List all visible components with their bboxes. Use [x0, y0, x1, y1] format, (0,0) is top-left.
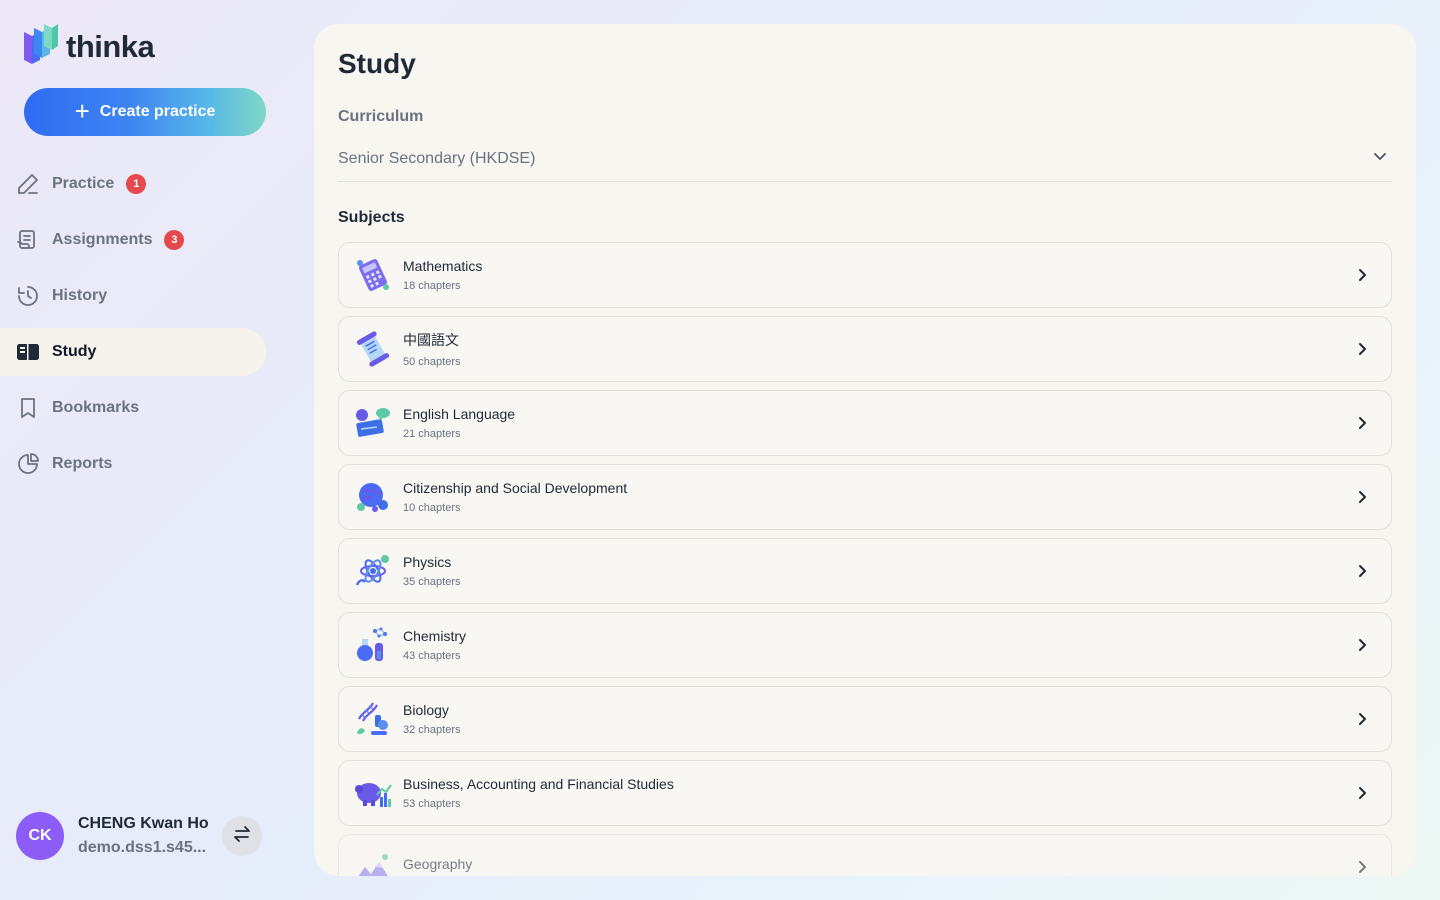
subject-card-citizenship[interactable]: Citizenship and Social Development 10 ch…	[338, 464, 1392, 530]
subject-name: Physics	[403, 554, 452, 570]
subject-name: Citizenship and Social Development	[403, 480, 628, 496]
pencil-icon	[16, 172, 40, 196]
subject-card-biology[interactable]: Biology 32 chapters	[338, 686, 1392, 752]
plus-icon: +	[74, 95, 90, 126]
calculator-icon	[353, 255, 393, 295]
subject-card-chinese[interactable]: 中國語文 50 chapters	[338, 316, 1392, 382]
sidebar-item-bookmarks[interactable]: Bookmarks	[0, 384, 266, 432]
chevron-right-icon	[1353, 858, 1371, 876]
curriculum-select[interactable]: Senior Secondary (HKDSE)	[338, 136, 1392, 182]
subject-name: Mathematics	[403, 258, 483, 274]
book-icon	[16, 340, 40, 364]
subject-text: Physics 35 chapters	[403, 554, 460, 588]
page-title: Study	[338, 48, 416, 79]
avatar: CK	[16, 812, 64, 860]
subject-text: 中國語文 50 chapters	[403, 330, 460, 368]
user-profile[interactable]: CK CHENG Kwan Ho demo.dss1.s45...	[16, 812, 209, 860]
piggy-bank-icon	[353, 773, 393, 813]
mountain-icon	[353, 847, 393, 876]
atom-icon	[353, 551, 393, 591]
scroll-icon	[353, 329, 393, 369]
sidebar-item-assignments[interactable]: Assignments 3	[0, 216, 266, 264]
chevron-right-icon	[1353, 562, 1371, 585]
user-info: CHENG Kwan Ho demo.dss1.s45...	[78, 815, 209, 857]
chapter-count: 21 chapters	[403, 428, 461, 440]
sidebar-item-history[interactable]: History	[0, 272, 266, 320]
subject-list: Mathematics 18 chapters 中國語文 50 chapters…	[338, 242, 1392, 876]
switch-account-button[interactable]	[222, 816, 262, 856]
history-icon	[16, 284, 40, 308]
flask-icon	[353, 625, 393, 665]
chevron-right-icon	[1353, 488, 1371, 511]
subject-card-geography[interactable]: Geography	[338, 834, 1392, 876]
sidebar-item-label: Bookmarks	[52, 399, 140, 416]
subject-card-physics[interactable]: Physics 35 chapters	[338, 538, 1392, 604]
subject-text: Citizenship and Social Development 10 ch…	[403, 480, 627, 514]
dna-icon	[353, 699, 393, 739]
chevron-down-icon	[1372, 148, 1388, 169]
chapter-count: 32 chapters	[403, 724, 461, 736]
subject-name: 中國語文	[403, 332, 459, 348]
chevron-right-icon	[1353, 414, 1371, 437]
sidebar-nav: Practice 1 Assignments 3 History Study B…	[0, 160, 266, 496]
assignment-icon	[16, 228, 40, 252]
sidebar: thinka + Create practice Practice 1 Assi…	[0, 0, 290, 900]
pie-chart-icon	[16, 452, 40, 476]
subject-text: Chemistry 43 chapters	[403, 628, 466, 662]
subjects-heading: Subjects	[338, 209, 405, 226]
sidebar-item-label: Assignments	[52, 231, 153, 248]
sidebar-item-study[interactable]: Study	[0, 328, 266, 376]
sidebar-item-label: Practice	[52, 175, 115, 192]
speech-bubbles-icon	[353, 403, 393, 443]
user-name: CHENG Kwan Ho	[78, 815, 209, 832]
subject-card-bafs[interactable]: Business, Accounting and Financial Studi…	[338, 760, 1392, 826]
chapter-count: 18 chapters	[403, 280, 461, 292]
sidebar-item-label: Reports	[52, 455, 113, 472]
logo[interactable]: thinka	[24, 24, 155, 69]
subject-name: Chemistry	[403, 628, 467, 644]
chapter-count: 43 chapters	[403, 650, 461, 662]
chevron-right-icon	[1353, 636, 1371, 659]
chapter-count: 53 chapters	[403, 798, 461, 810]
sidebar-item-label: Study	[52, 343, 97, 360]
chapter-count: 10 chapters	[403, 502, 461, 514]
sidebar-item-practice[interactable]: Practice 1	[0, 160, 266, 208]
chevron-right-icon	[1353, 710, 1371, 733]
chevron-right-icon	[1353, 266, 1371, 289]
subject-text: Biology 32 chapters	[403, 702, 460, 736]
subject-name: Geography	[403, 856, 473, 872]
subject-card-mathematics[interactable]: Mathematics 18 chapters	[338, 242, 1392, 308]
subject-name: English Language	[403, 406, 516, 422]
subject-name: Biology	[403, 702, 449, 718]
practice-count-badge: 1	[126, 174, 147, 194]
sidebar-item-label: History	[52, 287, 108, 304]
sidebar-item-reports[interactable]: Reports	[0, 440, 266, 488]
thinka-logo-icon	[24, 24, 58, 69]
subject-text: Mathematics 18 chapters	[403, 258, 482, 292]
subject-card-english[interactable]: English Language 21 chapters	[338, 390, 1392, 456]
user-email: demo.dss1.s45...	[78, 839, 206, 856]
assignments-count-badge: 3	[164, 230, 185, 250]
create-practice-button[interactable]: + Create practice	[24, 88, 266, 136]
curriculum-value: Senior Secondary (HKDSE)	[338, 149, 536, 167]
switch-arrows-icon	[232, 824, 252, 849]
globe-icon	[353, 477, 393, 517]
create-practice-label: Create practice	[99, 103, 216, 120]
logo-text: thinka	[66, 28, 155, 64]
subject-text: Business, Accounting and Financial Studi…	[403, 776, 674, 810]
chapter-count: 50 chapters	[403, 356, 461, 368]
study-panel: Study Curriculum Senior Secondary (HKDSE…	[314, 24, 1416, 876]
subject-card-chemistry[interactable]: Chemistry 43 chapters	[338, 612, 1392, 678]
subject-text: Geography	[403, 856, 472, 876]
chevron-right-icon	[1353, 340, 1371, 363]
subject-name: Business, Accounting and Financial Studi…	[403, 776, 674, 792]
subject-text: English Language 21 chapters	[403, 406, 515, 440]
chapter-count: 35 chapters	[403, 576, 461, 588]
curriculum-label: Curriculum	[338, 108, 424, 125]
bookmark-icon	[16, 396, 40, 420]
chevron-right-icon	[1353, 784, 1371, 807]
